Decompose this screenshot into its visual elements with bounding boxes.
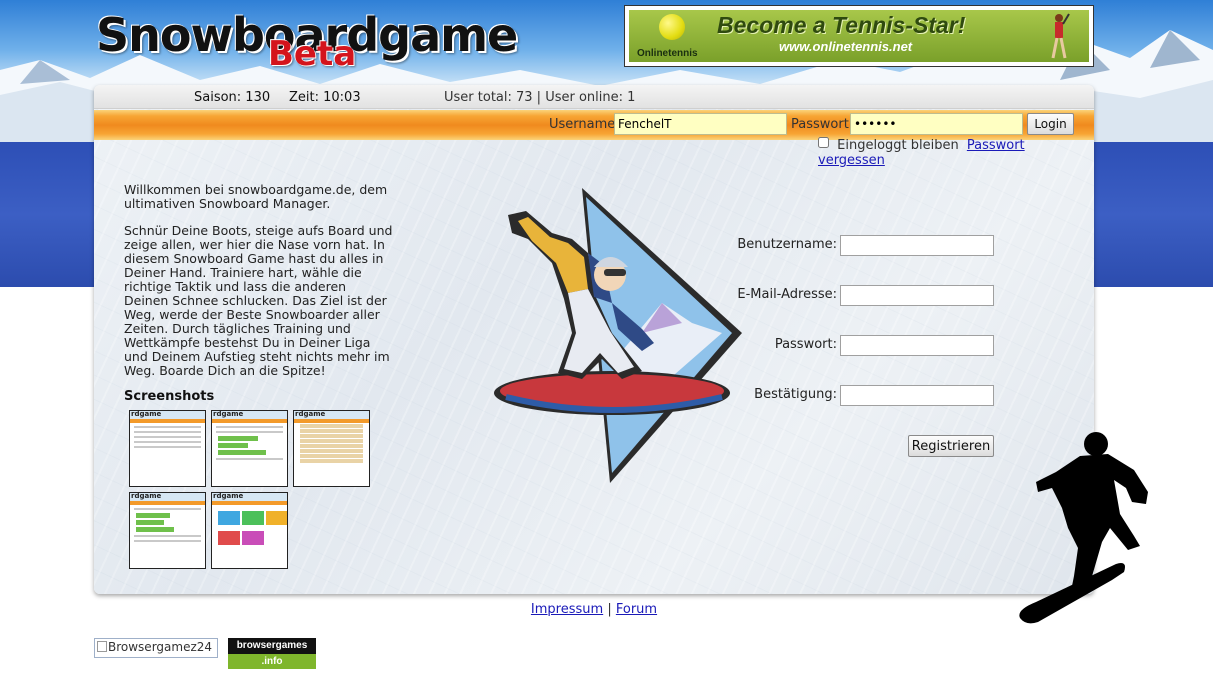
season-counter: Saison: 130 [194,90,271,105]
browsergames-badge-top: browsergames [228,638,316,654]
welcome-text: Willkommen bei snowboardgame.de, dem ult… [124,182,388,211]
screenshot-thumb-2[interactable]: rdgame [211,410,288,487]
status-bar: Saison: 130 Zeit: 10:03 User total: 73 |… [94,85,1094,109]
screenshot-thumb-1[interactable]: rdgame [129,410,206,487]
ad-brand: Onlinetennis [637,48,698,59]
screenshots-heading: Screenshots [124,389,215,404]
snowboarder-mascot [494,188,742,483]
register-password-input[interactable] [840,335,994,356]
logo-beta-badge: Beta [268,34,357,74]
remember-row: Eingeloggt bleiben Passwort vergessen [818,137,1094,168]
remember-label: Eingeloggt bleiben [837,138,959,153]
forum-link[interactable]: Forum [616,602,657,617]
browsergamez24-badge[interactable]: Browsergamez24 [94,638,218,658]
server-time: Zeit: 10:03 [289,90,361,105]
register-email-label: E-Mail-Adresse: [737,287,837,302]
screenshot-thumb-4[interactable]: rdgame [129,492,206,569]
register-password-label: Passwort: [774,337,837,352]
intro-text: Willkommen bei snowboardgame.de, dem ult… [124,183,394,391]
footer-separator: | [607,602,612,617]
screenshot-thumb-3[interactable]: rdgame [293,410,370,487]
thumb-logo: rdgame [295,410,326,418]
main-panel: Saison: 130 Zeit: 10:03 User total: 73 |… [94,85,1094,594]
broken-image-icon [97,641,107,652]
remember-checkbox[interactable] [818,137,829,148]
tennis-ad-banner[interactable]: Onlinetennis Become a Tennis-Star! www.o… [624,5,1094,67]
login-bar: Username Passwort Login [94,110,1094,140]
register-confirm-input[interactable] [840,385,994,406]
footer-links: Impressum | Forum [0,602,1188,617]
user-counter: User total: 73 | User online: 1 [444,90,636,105]
ad-title: Become a Tennis-Star! [717,12,966,38]
tennis-ball-icon [659,14,685,40]
thumb-logo: rdgame [213,410,244,418]
register-button[interactable]: Registrieren [908,435,994,457]
snowboarder-silhouette [1019,432,1148,624]
ad-url: www.onlinetennis.net [779,39,913,54]
register-username-input[interactable] [840,235,994,256]
login-username-label: Username [549,117,616,132]
register-email-input[interactable] [840,285,994,306]
register-confirm-label: Bestätigung: [754,387,837,402]
browsergames-badge-bottom: .info [228,654,316,669]
browsergamez24-alt: Browsergamez24 [108,640,213,654]
ad-inner: Onlinetennis Become a Tennis-Star! www.o… [629,10,1089,62]
login-username-input[interactable] [614,113,787,135]
impressum-link[interactable]: Impressum [531,602,603,617]
screenshot-thumb-5[interactable]: rdgame [211,492,288,569]
login-button[interactable]: Login [1027,113,1074,135]
site-logo[interactable]: Snowboardgame Beta [96,8,548,74]
tennis-player-icon [1051,13,1070,59]
login-password-label: Passwort [791,117,849,132]
thumb-logo: rdgame [131,492,162,500]
description-text: Schnür Deine Boots, steige aufs Board un… [124,223,393,378]
login-password-input[interactable] [850,113,1023,135]
browsergames-info-badge[interactable]: browsergames .info [228,638,316,669]
register-username-label: Benutzername: [737,237,837,252]
thumb-logo: rdgame [131,410,162,418]
thumb-logo: rdgame [213,492,244,500]
